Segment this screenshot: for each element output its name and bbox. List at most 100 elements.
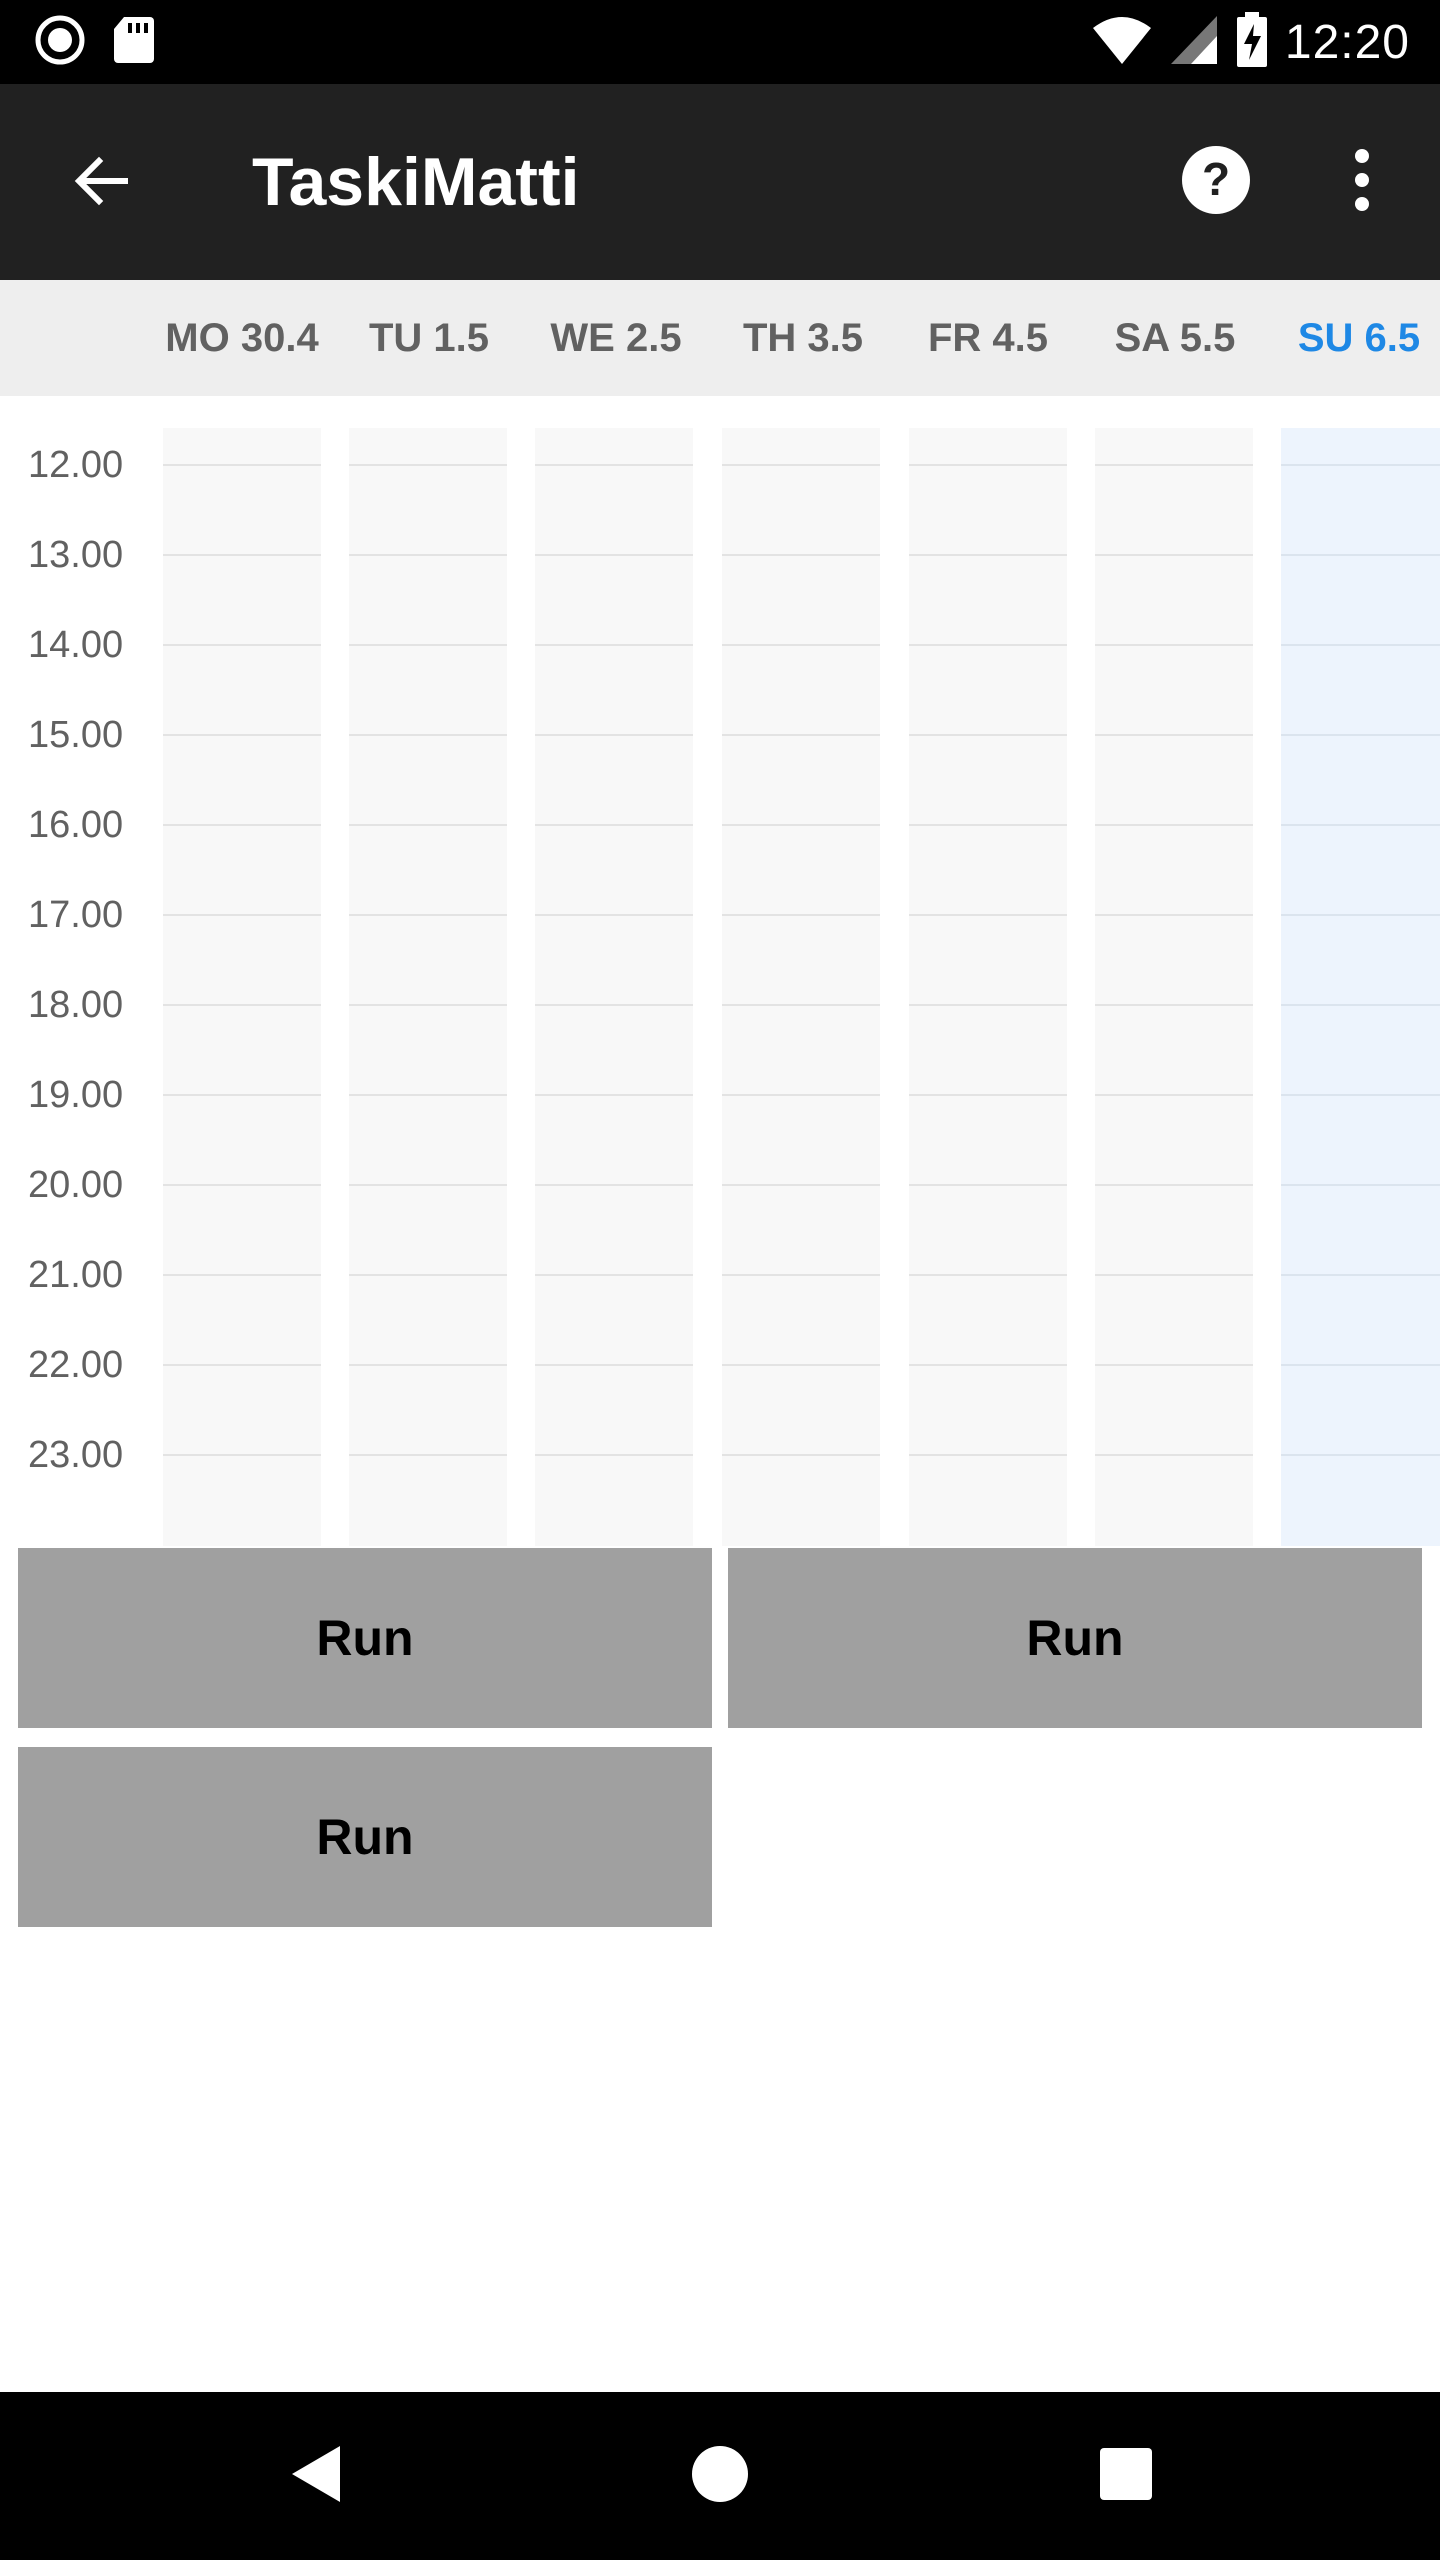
hour-gridline — [349, 1184, 507, 1186]
back-button[interactable] — [56, 138, 146, 228]
hour-gridline — [163, 1184, 321, 1186]
hour-gridline — [535, 1454, 693, 1456]
hour-label: 17.00 — [28, 894, 124, 936]
page-title: TaskiMatti — [252, 144, 580, 220]
hour-gridline — [349, 914, 507, 916]
hour-gridline — [535, 734, 693, 736]
day-label-we[interactable]: WE 2.5 — [531, 280, 701, 396]
hour-gridline — [535, 824, 693, 826]
hour-gridline — [1281, 1364, 1440, 1366]
app-bar: TaskiMatti ? — [0, 84, 1440, 280]
hour-gridline — [1281, 464, 1440, 466]
hour-label: 16.00 — [28, 804, 124, 846]
day-column-su[interactable] — [1281, 428, 1440, 1546]
nav-home-button[interactable] — [680, 2436, 760, 2516]
help-button[interactable]: ? — [1176, 142, 1256, 222]
day-label-su[interactable]: SU 6.5 — [1274, 280, 1440, 396]
hour-label: 19.00 — [28, 1074, 124, 1116]
hour-label: 13.00 — [28, 534, 124, 576]
hour-gridline — [1281, 1274, 1440, 1276]
hour-gridline — [163, 554, 321, 556]
hour-gridline — [349, 644, 507, 646]
day-label-tu[interactable]: TU 1.5 — [344, 280, 514, 396]
hour-gridline — [535, 1004, 693, 1006]
hour-gridline — [349, 1004, 507, 1006]
hour-gridline — [909, 644, 1067, 646]
hour-gridline — [1095, 1274, 1253, 1276]
day-label-fr[interactable]: FR 4.5 — [903, 280, 1073, 396]
hour-gridline — [1095, 1184, 1253, 1186]
hour-label: 22.00 — [28, 1344, 124, 1386]
hour-gridline — [1095, 644, 1253, 646]
run-button[interactable]: Run — [18, 1548, 712, 1728]
run-button[interactable]: Run — [18, 1747, 712, 1927]
run-button[interactable]: Run — [728, 1548, 1422, 1728]
hour-gridline — [1281, 1454, 1440, 1456]
day-column-sa[interactable] — [1095, 428, 1253, 1546]
more-options-button[interactable] — [1322, 136, 1402, 228]
hour-gridline — [349, 464, 507, 466]
hour-gridline — [909, 554, 1067, 556]
home-circle-icon — [690, 2444, 750, 2509]
nav-recents-button[interactable] — [1086, 2436, 1166, 2516]
hour-gridline — [535, 1094, 693, 1096]
hour-gridline — [722, 554, 880, 556]
hour-gridline — [1095, 1094, 1253, 1096]
more-vert-icon — [1352, 148, 1372, 217]
hour-gridline — [349, 1454, 507, 1456]
hour-gridline — [722, 1094, 880, 1096]
sd-card-icon — [112, 15, 156, 70]
hour-gridline — [722, 1274, 880, 1276]
hour-gridline — [163, 1454, 321, 1456]
day-column-we[interactable] — [535, 428, 693, 1546]
battery-charging-icon — [1235, 11, 1269, 73]
hour-gridline — [1281, 734, 1440, 736]
day-label-th[interactable]: TH 3.5 — [718, 280, 888, 396]
hour-gridline — [163, 734, 321, 736]
hour-label: 23.00 — [28, 1434, 124, 1476]
hour-gridline — [163, 464, 321, 466]
schedule-grid: 12.00 13.00 14.00 15.00 16.00 17.00 18.0… — [0, 396, 1440, 1546]
hour-gridline — [1095, 464, 1253, 466]
hour-gridline — [1095, 824, 1253, 826]
day-column-mo[interactable] — [163, 428, 321, 1546]
hour-gridline — [1095, 554, 1253, 556]
nav-back-button[interactable] — [276, 2436, 356, 2516]
hour-gridline — [163, 824, 321, 826]
day-column-tu[interactable] — [349, 428, 507, 1546]
back-arrow-icon — [69, 149, 133, 218]
hour-gridline — [535, 644, 693, 646]
hour-gridline — [163, 1364, 321, 1366]
hour-gridline — [163, 1274, 321, 1276]
hour-gridline — [909, 734, 1067, 736]
hour-gridline — [349, 824, 507, 826]
svg-text:?: ? — [1202, 153, 1230, 205]
navigation-bar — [0, 2392, 1440, 2560]
hour-gridline — [535, 464, 693, 466]
hour-gridline — [722, 824, 880, 826]
back-triangle-icon — [286, 2442, 346, 2511]
hour-label: 12.00 — [28, 444, 124, 486]
hour-gridline — [1281, 644, 1440, 646]
hour-gridline — [909, 824, 1067, 826]
day-header: MO 30.4 TU 1.5 WE 2.5 TH 3.5 FR 4.5 SA 5… — [0, 280, 1440, 396]
hour-gridline — [535, 1184, 693, 1186]
hour-gridline — [163, 914, 321, 916]
hour-gridline — [909, 464, 1067, 466]
hour-gridline — [1095, 1364, 1253, 1366]
hour-label: 18.00 — [28, 984, 124, 1026]
hour-label: 20.00 — [28, 1164, 124, 1206]
hour-gridline — [909, 1454, 1067, 1456]
hour-gridline — [909, 1184, 1067, 1186]
hour-gridline — [722, 914, 880, 916]
day-column-fr[interactable] — [909, 428, 1067, 1546]
day-label-mo[interactable]: MO 30.4 — [157, 280, 327, 396]
hour-gridline — [1281, 1184, 1440, 1186]
hour-gridline — [722, 464, 880, 466]
wifi-icon — [1091, 14, 1153, 71]
day-label-sa[interactable]: SA 5.5 — [1090, 280, 1260, 396]
hour-gridline — [1281, 554, 1440, 556]
signal-icon — [1169, 14, 1219, 71]
day-column-th[interactable] — [722, 428, 880, 1546]
hour-gridline — [535, 554, 693, 556]
